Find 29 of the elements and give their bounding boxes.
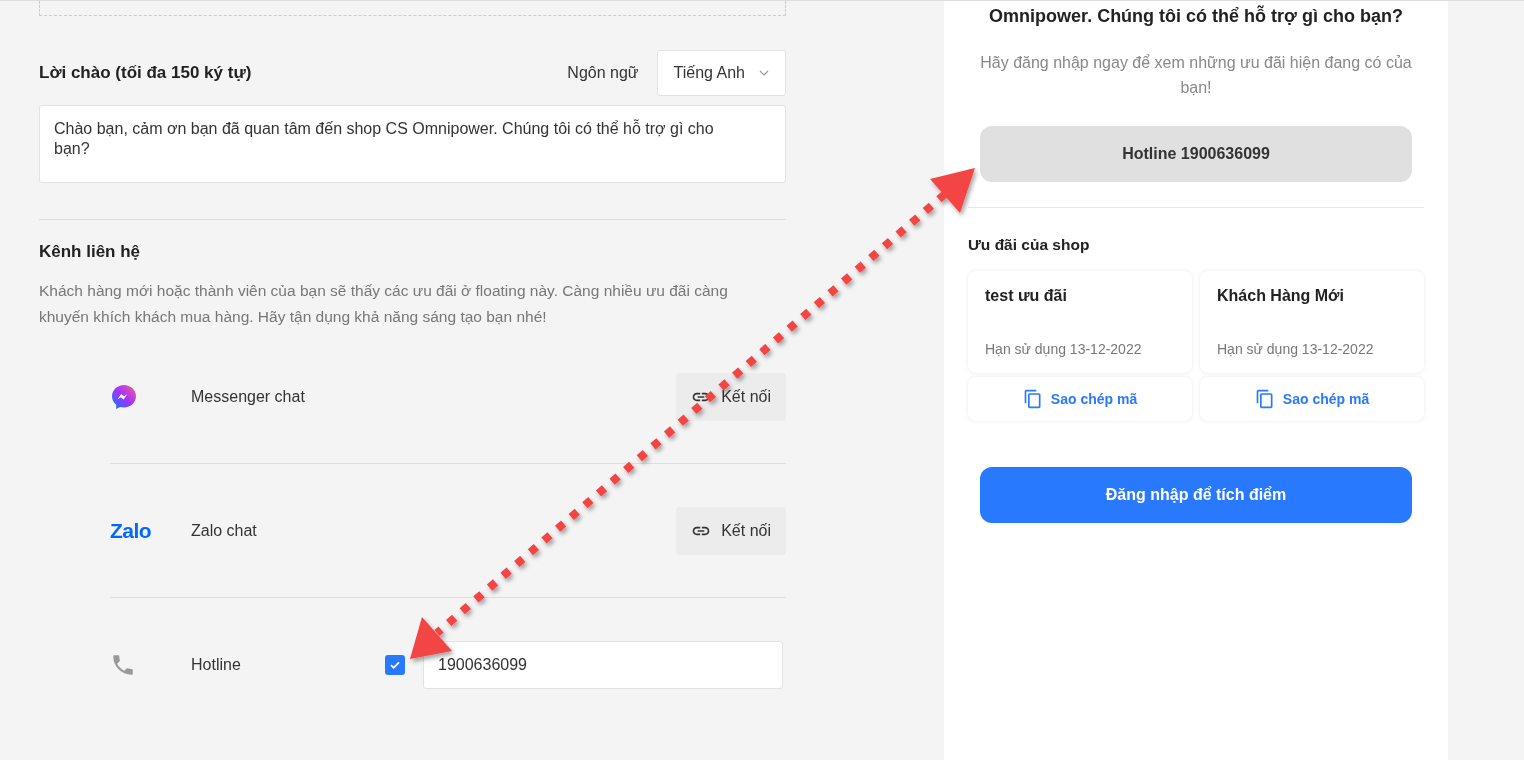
checkbox[interactable] [385, 654, 405, 675]
copy-icon [1022, 389, 1043, 409]
offers-title: Ưu đãi của shop [968, 236, 1091, 254]
login-button[interactable]: Đăng nhập để tích điểm [980, 467, 1412, 523]
preview-title: Omnipower. Chúng tôi có thể hỗ trợ gì cho bạn? [988, 6, 1404, 27]
offer-name: Khách Hàng Mới [1217, 287, 1345, 305]
copy-code-button[interactable]: Sao chép mã [1200, 377, 1424, 421]
section-description: Khách hàng mới hoặc thành viên của bạn sẽ thấy các ưu đãi ở floating này. Càng nhiều ưu đãi càng khuyến khích khách mua hàng. Hãy tận dụng khả năng sáng tạo bạn nhé! [39, 281, 729, 327]
greeting-text-field[interactable]: Chào bạn, cảm ơn bạn đã quan tâm đến shop CS Omnipower. Chúng tôi có thể hỗ trợ gì cho bạn? [39, 105, 786, 183]
zalo-logo: Zalo [110, 518, 152, 543]
hotline-button[interactable]: Hotline 1900636099 [980, 126, 1412, 182]
chevron-down-icon [759, 70, 769, 76]
section-title: Kênh liên hệ [39, 242, 142, 262]
phone-input-field[interactable]: 1900636099 [423, 640, 783, 689]
offer-name: test ưu đãi [985, 287, 1068, 305]
preview-subtitle: Hãy đăng nhập ngay để xem những ưu đãi hiện đang có của bạn! [979, 53, 1413, 98]
copy-code-button[interactable]: Sao chép mã [968, 377, 1192, 421]
offer-expiry: Hạn sử dụng 13-12-2022 [1217, 341, 1375, 357]
connect-button[interactable]: Kết nối [676, 372, 786, 421]
copy-icon [1254, 389, 1275, 409]
channel-name: Messenger chat [191, 387, 306, 406]
connect-button[interactable]: Kết nối [676, 506, 786, 555]
language-label: Ngôn ngữ [567, 64, 639, 82]
section-title: Lời chào (tối đa 150 ký tự) [39, 63, 253, 83]
messenger-icon [110, 382, 138, 411]
channel-name: Zalo chat [191, 521, 258, 540]
offer-expiry: Hạn sử dụng 13-12-2022 [985, 341, 1143, 357]
language-select[interactable]: Tiếng Anh [656, 50, 786, 96]
channel-name: Hotline [191, 655, 242, 674]
